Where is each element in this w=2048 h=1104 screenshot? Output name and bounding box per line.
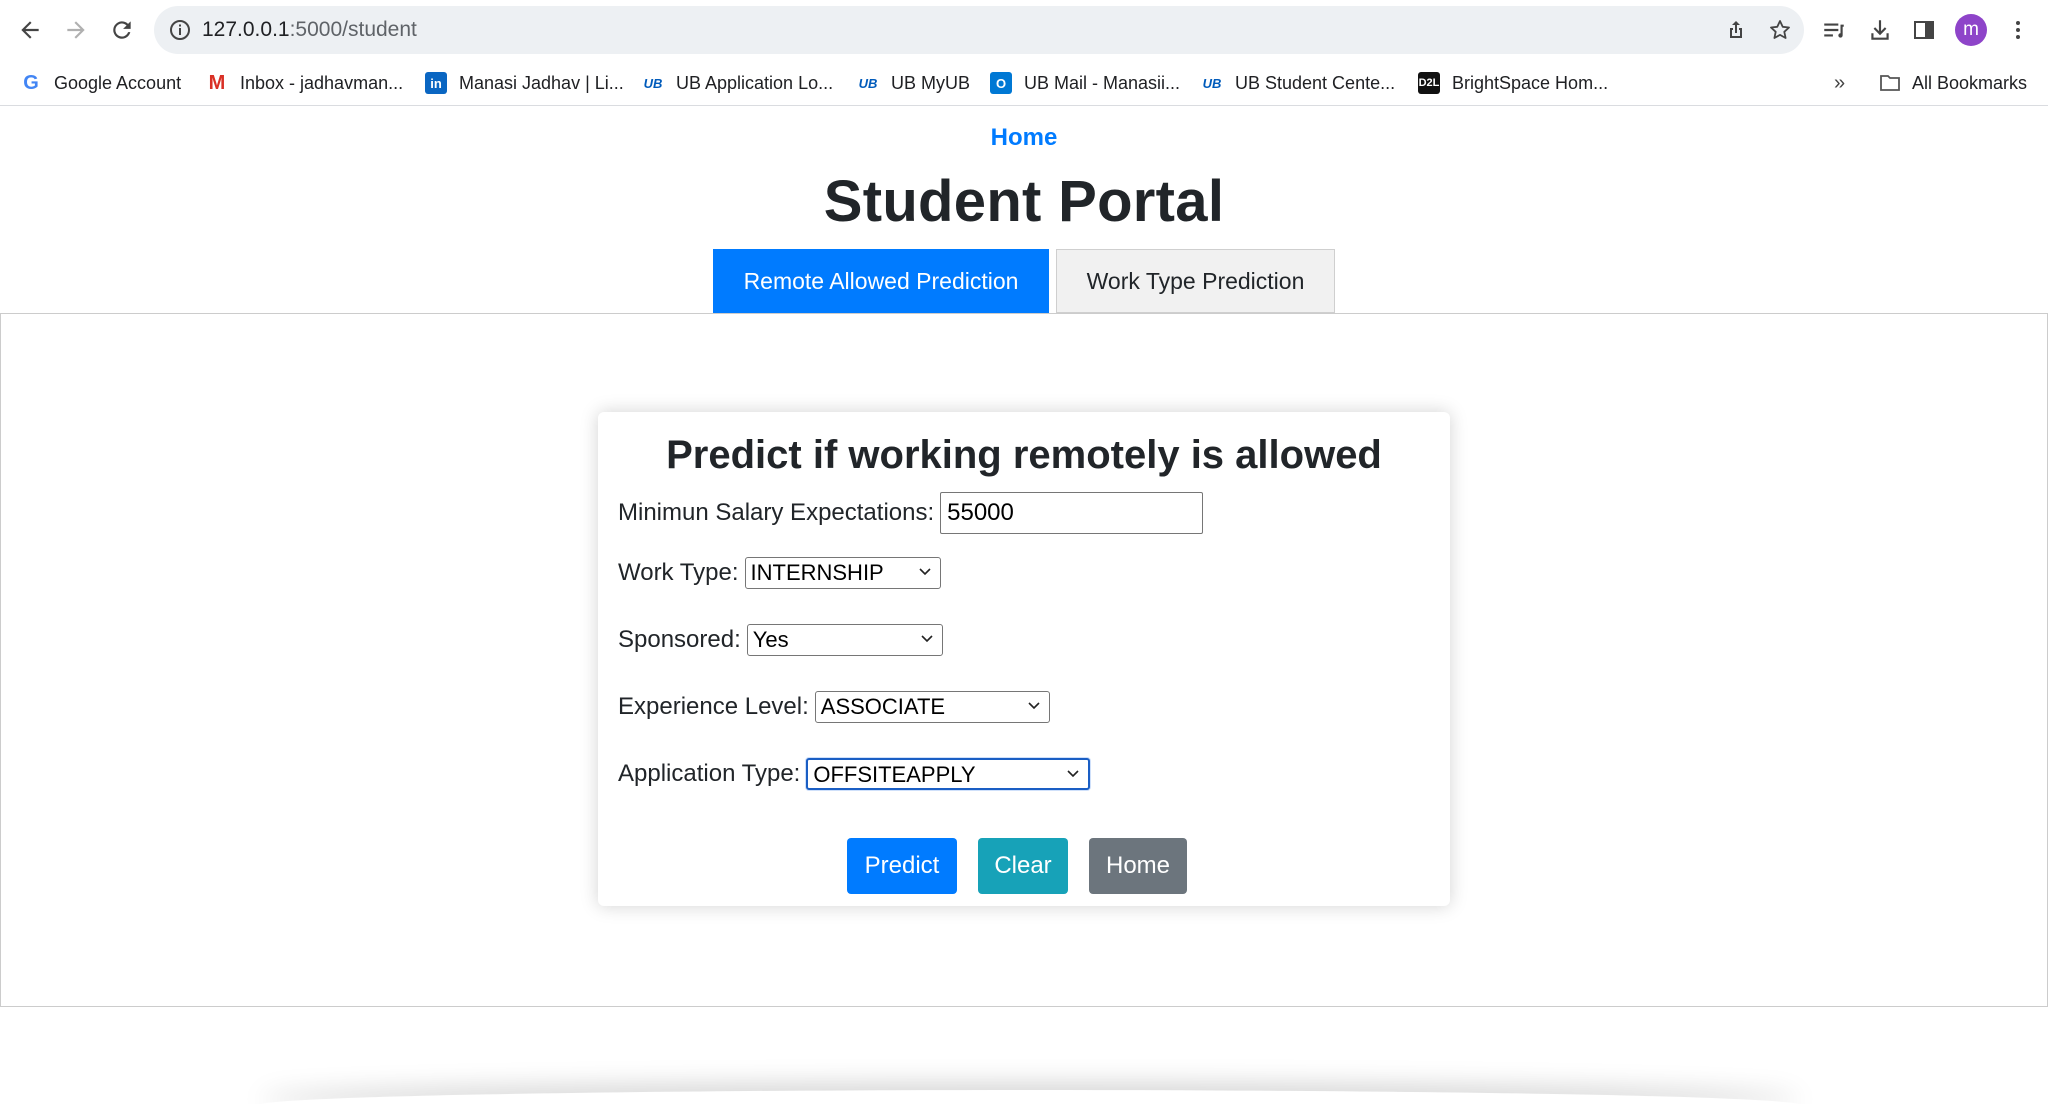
experience-value: ASSOCIATE bbox=[820, 694, 946, 719]
side-panel-icon[interactable] bbox=[1908, 14, 1940, 46]
bookmark-label: Manasi Jadhav | Li... bbox=[459, 72, 624, 93]
salary-row: Minimun Salary Expectations: bbox=[618, 492, 1204, 534]
work-type-label: Work Type: bbox=[618, 559, 739, 586]
sponsored-label: Sponsored: bbox=[618, 626, 741, 653]
work-type-row: Work Type: INTERNSHIP bbox=[618, 552, 941, 594]
experience-row: Experience Level: ASSOCIATE bbox=[618, 686, 1050, 728]
reload-icon bbox=[113, 21, 131, 39]
bookmark-label: UB Student Cente... bbox=[1235, 72, 1396, 93]
bookmark-label: UB Mail - Manasii... bbox=[1024, 72, 1181, 93]
bookmark-label: UB Application Lo... bbox=[676, 72, 834, 93]
bookmark-brightspace[interactable]: D2L BrightSpace Hom... bbox=[1418, 68, 1608, 98]
d2l-icon: D2L bbox=[1418, 72, 1440, 94]
bookmark-ub-application[interactable]: UB UB Application Lo... bbox=[642, 68, 834, 98]
profile-initial: m bbox=[1963, 19, 1979, 40]
gmail-icon: M bbox=[208, 71, 226, 94]
all-bookmarks-label: All Bookmarks bbox=[1912, 72, 2028, 93]
home-link[interactable]: Home bbox=[991, 124, 1058, 151]
tab-work-type-prediction[interactable]: Work Type Prediction bbox=[1056, 249, 1335, 313]
bookmark-linkedin[interactable]: in Manasi Jadhav | Li... bbox=[425, 68, 624, 98]
work-type-value: INTERNSHIP bbox=[750, 560, 884, 585]
site-info-icon[interactable] bbox=[168, 18, 192, 42]
tab-remote-allowed-prediction[interactable]: Remote Allowed Prediction bbox=[713, 249, 1049, 313]
application-value: OFFSITEAPPLY bbox=[813, 762, 976, 787]
salary-input[interactable] bbox=[940, 492, 1204, 534]
reading-list-icon[interactable] bbox=[1818, 14, 1850, 46]
chevron-down-icon bbox=[1028, 702, 1040, 710]
bookmark-label: Inbox - jadhavman... bbox=[240, 72, 404, 93]
home-button[interactable]: Home bbox=[1089, 838, 1187, 894]
sponsored-row: Sponsored: Yes bbox=[618, 619, 943, 661]
more-bookmarks-chevron[interactable]: » bbox=[1834, 72, 1845, 95]
experience-label: Experience Level: bbox=[618, 693, 809, 720]
share-icon[interactable] bbox=[1722, 16, 1750, 44]
profile-avatar[interactable]: m bbox=[1955, 14, 1987, 46]
home-nav: Home bbox=[0, 124, 2048, 152]
browser-toolbar: 127.0.0.1:5000/student m bbox=[0, 0, 2048, 60]
bookmark-label: BrightSpace Hom... bbox=[1452, 72, 1609, 93]
prediction-form-card: Predict if working remotely is allowed M… bbox=[598, 412, 1450, 906]
forward-button[interactable] bbox=[56, 10, 96, 50]
page-title: Student Portal bbox=[823, 169, 1225, 234]
bookmark-ub-myub[interactable]: UB UB MyUB bbox=[857, 68, 970, 98]
sponsored-value: Yes bbox=[752, 627, 789, 652]
ub-icon: UB bbox=[858, 75, 878, 91]
work-type-select[interactable]: INTERNSHIP bbox=[744, 557, 941, 589]
all-bookmarks-button[interactable]: All Bookmarks bbox=[1878, 68, 2027, 98]
bookmark-ub-student-center[interactable]: UB UB Student Cente... bbox=[1201, 68, 1395, 98]
folder-icon bbox=[1880, 75, 1900, 91]
predict-button[interactable]: Predict bbox=[847, 838, 957, 894]
salary-label: Minimun Salary Expectations: bbox=[618, 499, 935, 526]
footer-shadow bbox=[260, 1090, 1800, 1104]
experience-select[interactable]: ASSOCIATE bbox=[814, 691, 1050, 723]
bookmark-star-icon[interactable] bbox=[1766, 16, 1794, 44]
application-select[interactable]: OFFSITEAPPLY bbox=[806, 758, 1091, 790]
ub-icon: UB bbox=[1202, 75, 1222, 91]
download-icon[interactable] bbox=[1864, 14, 1896, 46]
bookmark-label: Google Account bbox=[54, 72, 182, 93]
url-text: 127.0.0.1:5000/student bbox=[202, 18, 417, 41]
chevron-down-icon bbox=[1067, 770, 1079, 778]
linkedin-icon: in bbox=[425, 72, 447, 94]
bookmark-label: UB MyUB bbox=[891, 72, 971, 93]
bookmark-inbox[interactable]: M Inbox - jadhavman... bbox=[206, 68, 403, 98]
chevron-down-icon bbox=[918, 568, 931, 576]
application-label: Application Type: bbox=[618, 760, 801, 787]
bookmark-ub-mail[interactable]: O UB Mail - Manasii... bbox=[990, 68, 1180, 98]
reload-button[interactable] bbox=[102, 10, 142, 50]
ub-icon: UB bbox=[643, 75, 663, 91]
form-title: Predict if working remotely is allowed bbox=[666, 433, 1382, 477]
outlook-icon: O bbox=[990, 72, 1012, 94]
google-icon: G bbox=[23, 71, 39, 94]
sponsored-select[interactable]: Yes bbox=[746, 624, 943, 656]
arrow-left-icon bbox=[21, 21, 39, 39]
clear-button[interactable]: Clear bbox=[978, 838, 1068, 894]
back-button[interactable] bbox=[10, 10, 50, 50]
bookmarks-bar: G Google Account M Inbox - jadhavman... … bbox=[0, 60, 2048, 106]
arrow-right-icon bbox=[67, 21, 85, 39]
application-row: Application Type: OFFSITEAPPLY bbox=[618, 753, 1091, 795]
menu-kebab-icon[interactable] bbox=[2002, 14, 2034, 46]
address-bar[interactable]: 127.0.0.1:5000/student bbox=[154, 6, 1804, 54]
bookmark-google-account[interactable]: G Google Account bbox=[20, 68, 181, 98]
chevron-down-icon bbox=[921, 635, 933, 643]
